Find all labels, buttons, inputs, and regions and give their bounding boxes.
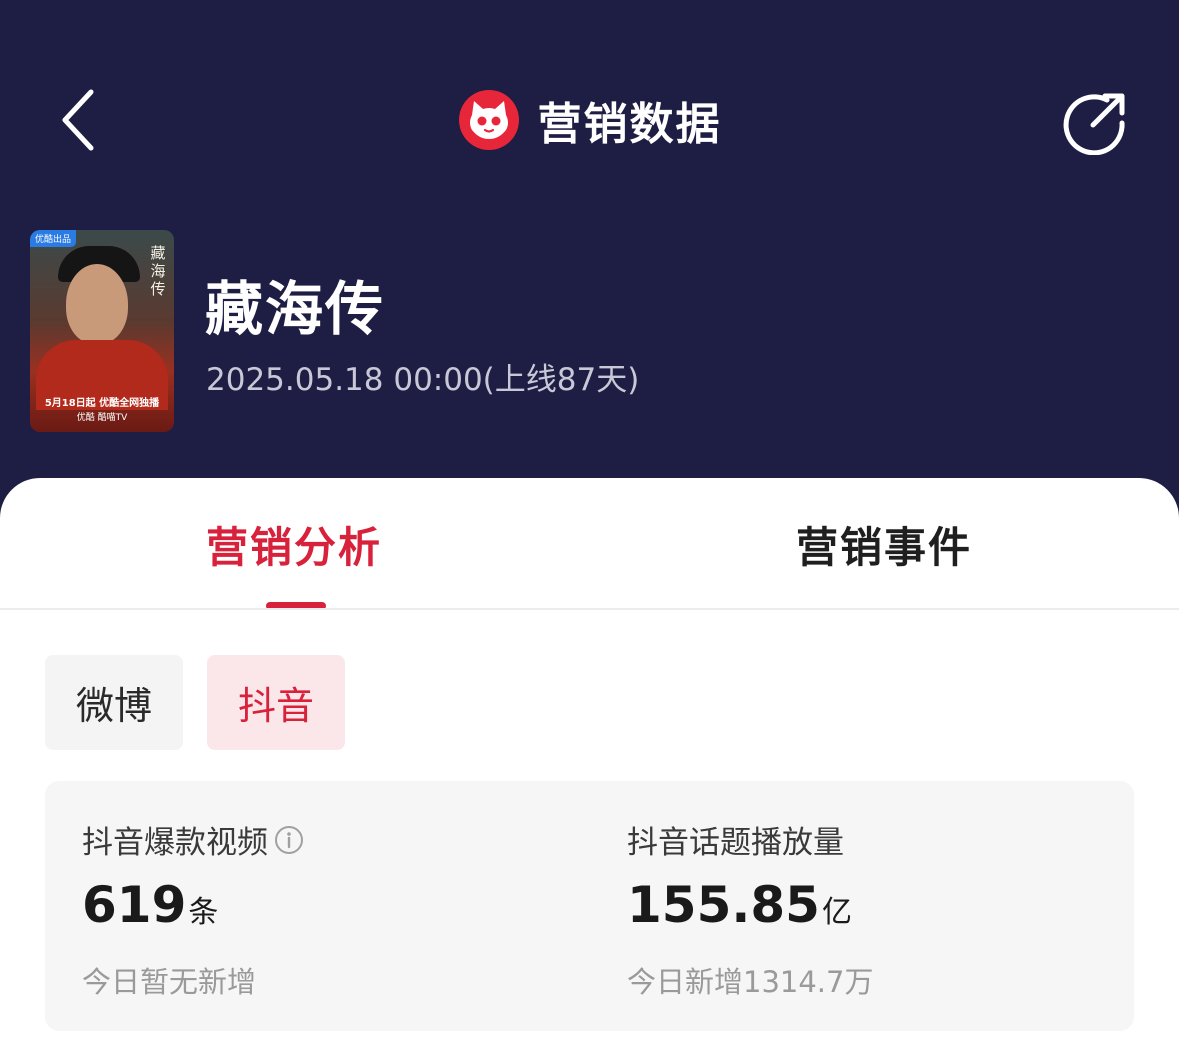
tab-marketing-events[interactable]: 营销事件	[796, 514, 972, 574]
page-title: 营销数据	[537, 99, 722, 150]
tab-marketing-analysis[interactable]: 营销分析	[206, 514, 382, 574]
stat-topic-views-value: 155.85亿	[627, 876, 852, 934]
content-panel: 营销分析 营销事件 微博 抖音 抖音爆款视频 619条 今日暂无新增 抖音话题播…	[0, 478, 1179, 1038]
header: 营销数据 优酷出品 藏海传 5月18日起 优酷全网独播 优酷 酷喵TV 藏海传 …	[0, 0, 1179, 500]
stat-topic-views-unit: 亿	[821, 895, 852, 930]
drama-title: 藏海传	[205, 275, 386, 343]
stat-viral-videos-value: 619条	[82, 876, 218, 934]
cat-logo-icon	[458, 90, 519, 150]
poster-tag: 优酷出品	[30, 230, 77, 247]
stats-card: 抖音爆款视频 619条 今日暂无新增 抖音话题播放量 155.85亿 今日新增1…	[45, 781, 1134, 1031]
info-icon[interactable]	[274, 825, 304, 855]
stat-viral-videos-label-text: 抖音爆款视频	[82, 825, 268, 861]
tab-divider	[0, 608, 1179, 610]
stat-topic-views-today: 今日新增1314.7万	[627, 965, 874, 999]
platform-chip-weibo[interactable]: 微博	[45, 655, 183, 750]
stat-viral-videos-today: 今日暂无新增	[82, 965, 257, 999]
stat-topic-views-number: 155.85	[627, 876, 820, 934]
stat-viral-videos-label: 抖音爆款视频	[82, 817, 304, 862]
nav-title-group: 营销数据	[0, 84, 1179, 156]
poster-figure-face	[66, 264, 128, 344]
stat-topic-views-label: 抖音话题播放量	[627, 817, 844, 862]
share-icon	[1063, 93, 1125, 155]
share-button[interactable]	[1058, 84, 1134, 160]
stat-viral-videos-number: 619	[82, 876, 187, 934]
drama-poster[interactable]: 优酷出品 藏海传 5月18日起 优酷全网独播 优酷 酷喵TV	[30, 230, 174, 432]
stat-topic-views-label-text: 抖音话题播放量	[627, 825, 844, 861]
platform-chip-douyin[interactable]: 抖音	[207, 655, 345, 750]
stat-viral-videos-unit: 条	[188, 895, 219, 930]
poster-release-line: 5月18日起 优酷全网独播	[44, 398, 160, 409]
drama-release-date: 2025.05.18 00:00(上线87天)	[206, 362, 640, 398]
poster-vertical-title: 藏海传	[150, 244, 166, 298]
poster-platform-line: 优酷 酷喵TV	[76, 413, 128, 423]
